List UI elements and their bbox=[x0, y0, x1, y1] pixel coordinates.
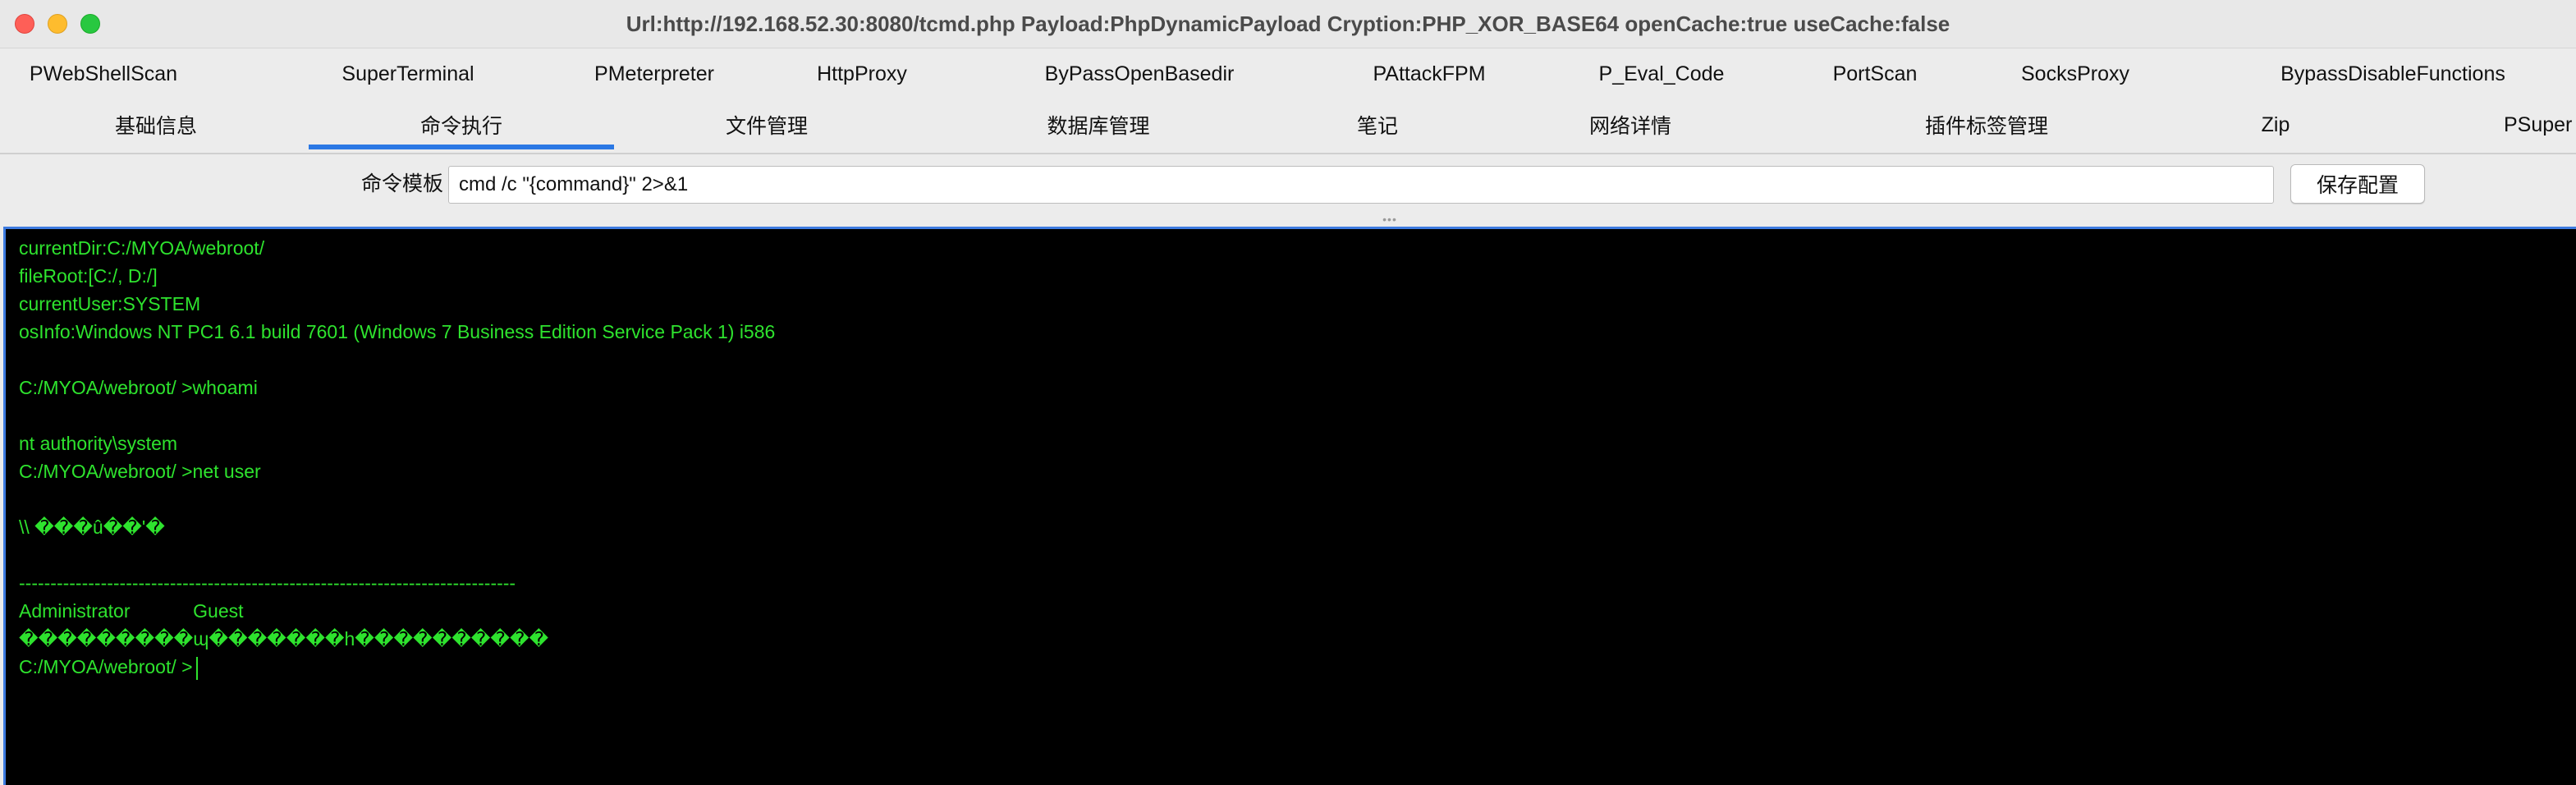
text-cursor bbox=[195, 656, 198, 680]
tab-p-eval-code[interactable]: P_Eval_Code bbox=[1574, 51, 1749, 97]
title-bar: Url:http://192.168.52.30:8080/tcmd.php P… bbox=[0, 0, 2576, 48]
tab-network-details[interactable]: 网络详情 bbox=[1515, 102, 1745, 148]
tab-pwebshellscan[interactable]: PWebShellScan bbox=[16, 51, 190, 97]
tab-portscan[interactable]: PortScan bbox=[1808, 51, 1942, 97]
tab-plugin-tag-manager[interactable]: 插件标签管理 bbox=[1863, 102, 2110, 148]
tab-pmeterpreter[interactable]: PMeterpreter bbox=[563, 51, 745, 97]
tab-database-manager[interactable]: 数据库管理 bbox=[960, 102, 1236, 148]
tab-bypassopenbasedir[interactable]: ByPassOpenBasedir bbox=[1010, 51, 1269, 97]
app-window: Url:http://192.168.52.30:8080/tcmd.php P… bbox=[0, 0, 2576, 785]
terminal-line: currentUser:SYSTEM bbox=[19, 293, 201, 314]
terminal-prompt: C:/MYOA/webroot/ > bbox=[19, 656, 193, 677]
terminal-prompt-line[interactable]: C:/MYOA/webroot/ > bbox=[19, 653, 2576, 681]
tab-file-manager[interactable]: 文件管理 bbox=[640, 102, 893, 148]
split-handle[interactable]: ••• bbox=[1377, 213, 1402, 225]
terminal-line: osInfo:Windows NT PC1 6.1 build 7601 (Wi… bbox=[19, 321, 776, 342]
tab-psuper[interactable]: PSuper bbox=[2471, 102, 2576, 148]
window-title: Url:http://192.168.52.30:8080/tcmd.php P… bbox=[626, 11, 1950, 36]
tab-pattackfpm[interactable]: PAttackFPM bbox=[1343, 51, 1515, 97]
tab-basic-info[interactable]: 基础信息 bbox=[33, 102, 279, 148]
terminal-line: \\ ���û��'� bbox=[19, 516, 165, 538]
terminal-line: fileRoot:[C:/, D:/] bbox=[19, 265, 158, 287]
terminal-line: ----------------------------------------… bbox=[19, 572, 516, 594]
terminal-line: currentDir:C:/MYOA/webroot/ bbox=[19, 237, 265, 259]
terminal-line: C:/MYOA/webroot/ >net user bbox=[19, 461, 261, 482]
tab-httpproxy[interactable]: HttpProxy bbox=[791, 51, 933, 97]
command-template-bar: 命令模板 保存配置 bbox=[0, 154, 2576, 218]
tab-superterminal[interactable]: SuperTerminal bbox=[314, 51, 502, 97]
tab-zip[interactable]: Zip bbox=[2208, 102, 2343, 148]
terminal-line: Administrator Guest bbox=[19, 600, 244, 622]
tab-socksproxy[interactable]: SocksProxy bbox=[1995, 51, 2156, 97]
tab-command-exec[interactable]: 命令执行 bbox=[309, 102, 614, 149]
terminal-output[interactable]: currentDir:C:/MYOA/webroot/ fileRoot:[C:… bbox=[3, 227, 2576, 785]
terminal-line: C:/MYOA/webroot/ >whoami bbox=[19, 377, 258, 398]
terminal-line: ���������ɰ�������h���������� bbox=[19, 628, 549, 650]
plugin-tab-bar: PWebShellScan SuperTerminal PMeterpreter… bbox=[0, 51, 2576, 97]
command-template-input[interactable] bbox=[448, 166, 2274, 204]
terminal-line: nt authority\system bbox=[19, 433, 178, 454]
tab-bypassdisablefunctions[interactable]: BypassDisableFunctions bbox=[2249, 51, 2537, 97]
save-config-button[interactable]: 保存配置 bbox=[2290, 164, 2425, 204]
tab-notes[interactable]: 笔记 bbox=[1313, 102, 1442, 148]
main-tab-bar: 基础信息 命令执行 文件管理 数据库管理 笔记 网络详情 插件标签管理 Zip … bbox=[0, 102, 2576, 153]
command-template-label: 命令模板 bbox=[360, 172, 443, 195]
